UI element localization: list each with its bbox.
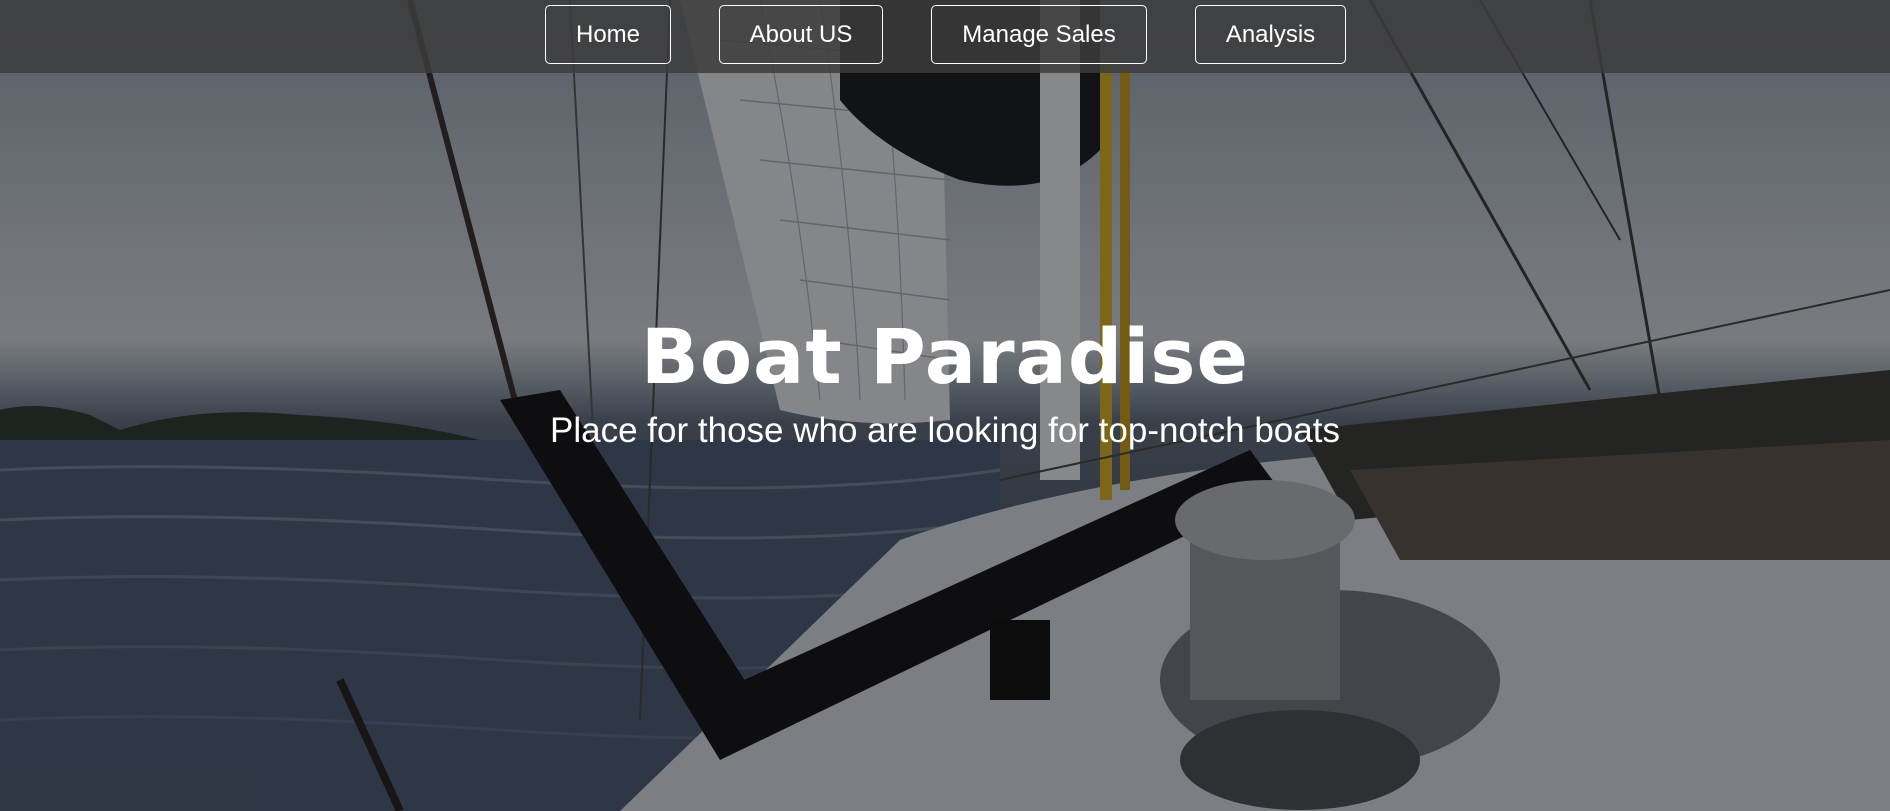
nav-manage-sales-button[interactable]: Manage Sales [931,5,1147,64]
hero-subtitle: Place for those who are looking for top-… [550,411,1340,450]
nav-analysis-button[interactable]: Analysis [1195,5,1346,64]
nav-about-us-button[interactable]: About US [719,5,883,64]
top-navigation-bar: Home About US Manage Sales Analysis [0,0,1890,73]
hero-background-image [0,0,1890,811]
hero-title: Boat Paradise [640,312,1250,401]
nav-home-button[interactable]: Home [545,5,671,64]
hero-overlay [0,0,1890,811]
